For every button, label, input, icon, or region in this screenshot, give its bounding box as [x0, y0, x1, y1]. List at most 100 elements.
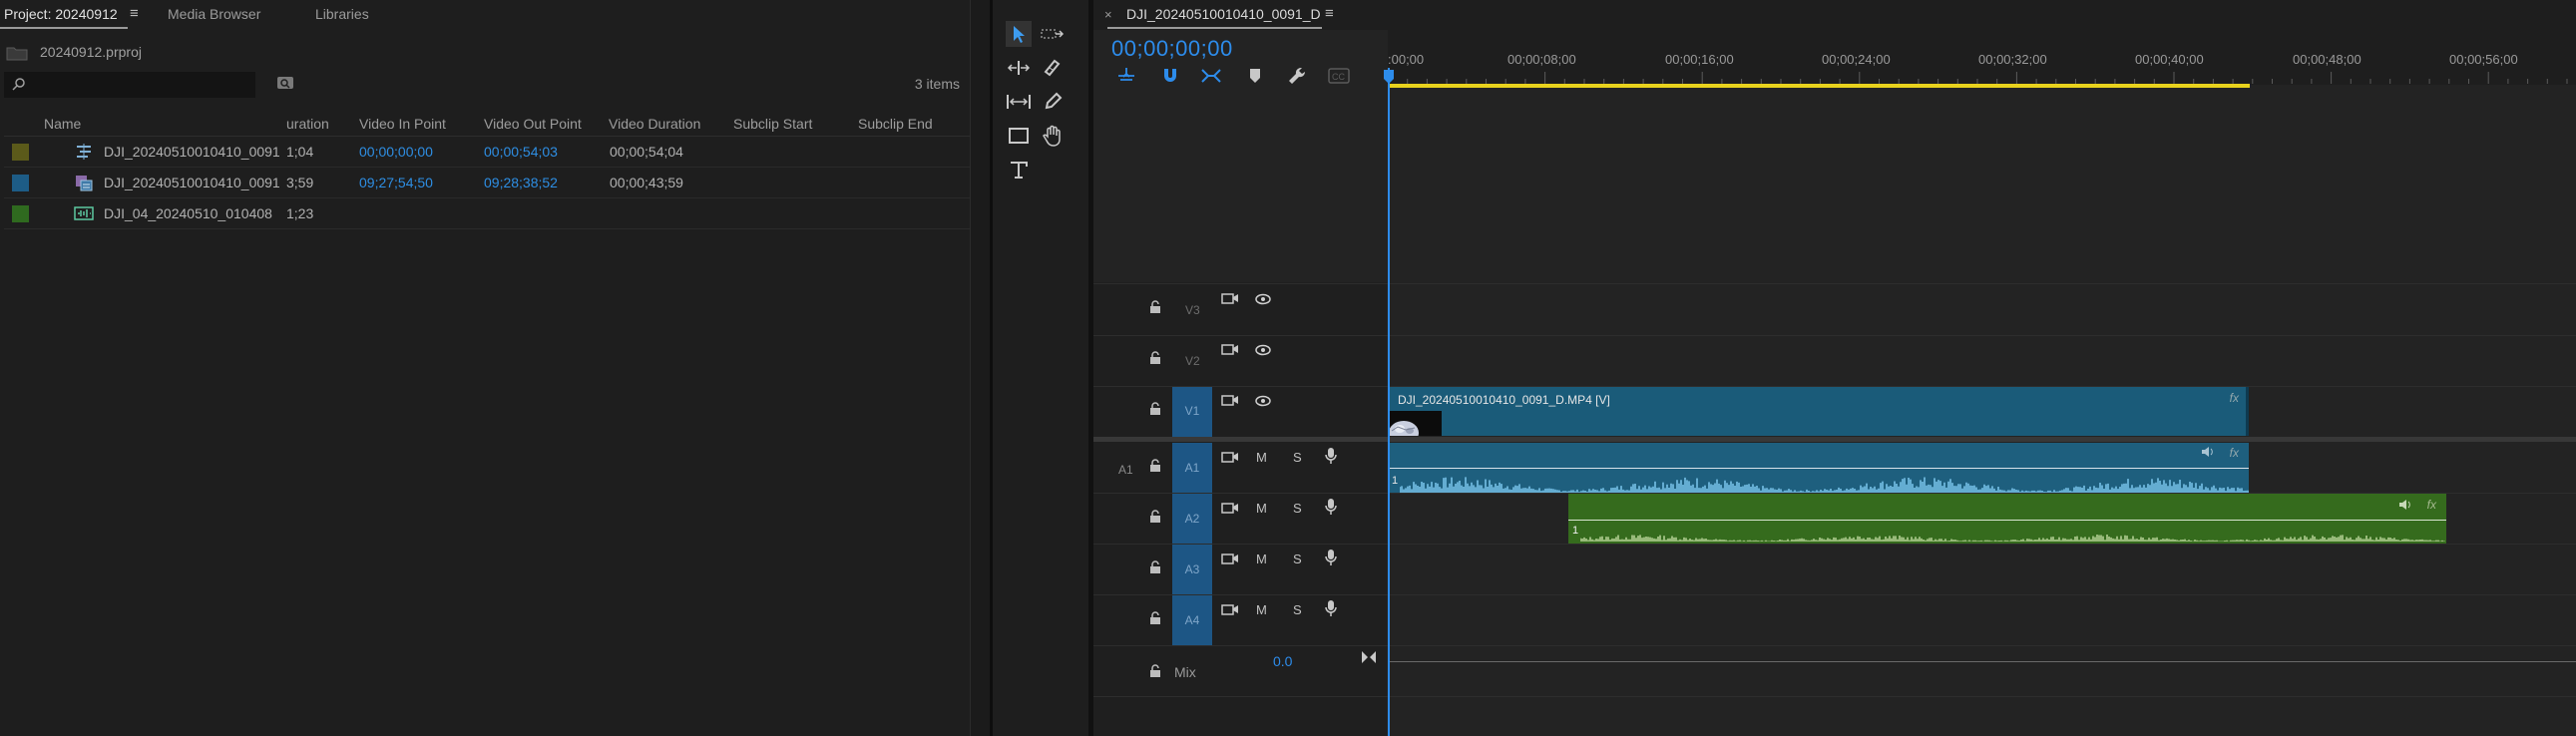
solo-button[interactable]: S — [1293, 602, 1302, 617]
video-in-point[interactable]: 00;00;00;00 — [359, 144, 433, 160]
column-header-video-out[interactable]: Video Out Point — [484, 116, 582, 132]
track-target-a3[interactable]: A3 — [1172, 545, 1212, 594]
table-row[interactable]: DJI_20240510010410_0091 1;04 00;00;00;00… — [4, 137, 970, 168]
label-color-swatch[interactable] — [12, 144, 29, 161]
video-out-point[interactable]: 00;00;54;03 — [484, 144, 558, 160]
lock-icon[interactable] — [1149, 664, 1161, 678]
razor-tool-icon[interactable] — [1040, 55, 1066, 81]
hand-tool-icon[interactable] — [1040, 123, 1066, 149]
rectangle-tool-icon[interactable] — [1006, 123, 1032, 149]
track-target-a1[interactable]: A1 — [1172, 443, 1212, 493]
eye-icon[interactable] — [1255, 344, 1271, 356]
lock-icon[interactable] — [1149, 510, 1161, 524]
add-marker-icon[interactable] — [1248, 67, 1262, 85]
eye-icon[interactable] — [1255, 293, 1271, 305]
captions-icon[interactable]: CC — [1328, 68, 1350, 84]
video-in-point[interactable]: 09;27;54;50 — [359, 175, 433, 190]
lock-icon[interactable] — [1149, 560, 1161, 574]
snap-icon[interactable] — [1161, 67, 1179, 85]
sync-lock-icon[interactable] — [1221, 342, 1239, 356]
microphone-icon[interactable] — [1325, 498, 1337, 516]
audio-clip-a1[interactable]: fx 1 — [1388, 443, 2249, 493]
sync-lock-icon[interactable] — [1221, 393, 1239, 407]
audio-clip-a2[interactable]: fx 1 — [1568, 494, 2446, 544]
nest-sequence-icon[interactable] — [1116, 67, 1136, 85]
microphone-icon[interactable] — [1325, 549, 1337, 566]
mix-volume-value[interactable]: 0.0 — [1273, 653, 1292, 669]
video-clip[interactable]: DJI_20240510010410_0091_D.MP4 [V] fx — [1388, 387, 2249, 436]
timeline-menu-icon[interactable]: ≡ — [1325, 5, 1334, 22]
mix-level-line — [1388, 661, 2576, 662]
sync-lock-icon[interactable] — [1221, 501, 1239, 515]
tab-sequence[interactable]: DJI_20240510010410_0091_D — [1126, 6, 1321, 22]
type-tool-icon[interactable] — [1006, 157, 1032, 183]
solo-button[interactable]: S — [1293, 450, 1302, 465]
track-label-v2[interactable]: V2 — [1185, 354, 1200, 368]
lock-icon[interactable] — [1149, 402, 1161, 416]
mute-button[interactable]: M — [1256, 552, 1267, 566]
solo-button[interactable]: S — [1293, 552, 1302, 566]
sync-lock-icon[interactable] — [1221, 291, 1239, 305]
table-row[interactable]: DJI_04_20240510_010408 1;23 — [4, 198, 970, 229]
table-row[interactable]: DJI_20240510010410_0091 3;59 09;27;54;50… — [4, 168, 970, 198]
fx-badge[interactable]: fx — [2230, 391, 2239, 405]
slip-tool-icon[interactable] — [1006, 89, 1032, 115]
playhead-handle[interactable] — [1384, 70, 1394, 84]
microphone-icon[interactable] — [1325, 447, 1337, 465]
pen-tool-icon[interactable] — [1040, 89, 1066, 115]
tab-project[interactable]: Project: 20240912 — [4, 6, 118, 22]
track-target-v1[interactable]: V1 — [1172, 387, 1212, 437]
video-clip-name: DJI_20240510010410_0091_D.MP4 [V] — [1398, 393, 1610, 407]
project-file-name: 20240912.prproj — [40, 44, 142, 60]
items-count: 3 items — [914, 76, 960, 92]
search-input[interactable] — [4, 72, 255, 98]
mute-button[interactable]: M — [1256, 450, 1267, 465]
track-select-tool-icon[interactable] — [1040, 21, 1066, 47]
go-to-end-icon[interactable] — [1361, 650, 1377, 664]
tab-libraries[interactable]: Libraries — [315, 6, 369, 22]
selection-tool-icon[interactable] — [1006, 21, 1032, 47]
column-header-subclip-start[interactable]: Subclip Start — [733, 116, 812, 132]
microphone-icon[interactable] — [1325, 599, 1337, 617]
mute-button[interactable]: M — [1256, 602, 1267, 617]
clip-name[interactable]: DJI_04_20240510_010408 — [104, 205, 272, 221]
lock-icon[interactable] — [1149, 351, 1161, 365]
new-search-bin-icon[interactable] — [276, 76, 294, 90]
sync-lock-icon[interactable] — [1221, 450, 1239, 464]
video-out-point[interactable]: 09;28;38;52 — [484, 175, 558, 190]
playhead-timecode[interactable]: 00;00;00;00 — [1111, 36, 1233, 62]
column-header-video-in[interactable]: Video In Point — [359, 116, 446, 132]
volume-rubber-band[interactable] — [1388, 468, 2249, 469]
linked-selection-icon[interactable] — [1200, 67, 1222, 85]
eye-icon[interactable] — [1255, 395, 1271, 407]
track-label-v3[interactable]: V3 — [1185, 303, 1200, 317]
column-header-name[interactable]: Name — [44, 116, 81, 132]
label-color-swatch[interactable] — [12, 175, 29, 191]
tab-media-browser[interactable]: Media Browser — [168, 6, 260, 22]
track-target-a4[interactable]: A4 — [1172, 595, 1212, 645]
solo-button[interactable]: S — [1293, 501, 1302, 516]
sync-lock-icon[interactable] — [1221, 602, 1239, 616]
mute-button[interactable]: M — [1256, 501, 1267, 516]
sync-lock-icon[interactable] — [1221, 552, 1239, 565]
close-tab-icon[interactable]: × — [1104, 7, 1112, 22]
video-audio-divider[interactable] — [1093, 437, 2576, 442]
fx-badge[interactable]: fx — [2427, 498, 2436, 512]
fx-badge[interactable]: fx — [2230, 446, 2239, 460]
lock-icon[interactable] — [1149, 300, 1161, 314]
clip-name[interactable]: DJI_20240510010410_0091 — [104, 144, 280, 160]
column-header-duration[interactable]: uration — [286, 116, 329, 132]
project-menu-icon[interactable]: ≡ — [130, 5, 139, 22]
volume-rubber-band[interactable] — [1568, 520, 2446, 521]
column-header-video-duration[interactable]: Video Duration — [609, 116, 700, 132]
lock-icon[interactable] — [1149, 459, 1161, 473]
lock-icon[interactable] — [1149, 611, 1161, 625]
label-color-swatch[interactable] — [12, 205, 29, 222]
wrench-icon[interactable] — [1287, 66, 1307, 86]
source-patch-a1[interactable]: A1 — [1118, 463, 1133, 477]
playhead[interactable] — [1388, 68, 1390, 736]
ripple-edit-tool-icon[interactable] — [1006, 55, 1032, 81]
column-header-subclip-end[interactable]: Subclip End — [858, 116, 933, 132]
clip-name[interactable]: DJI_20240510010410_0091 — [104, 175, 280, 190]
track-target-a2[interactable]: A2 — [1172, 494, 1212, 544]
